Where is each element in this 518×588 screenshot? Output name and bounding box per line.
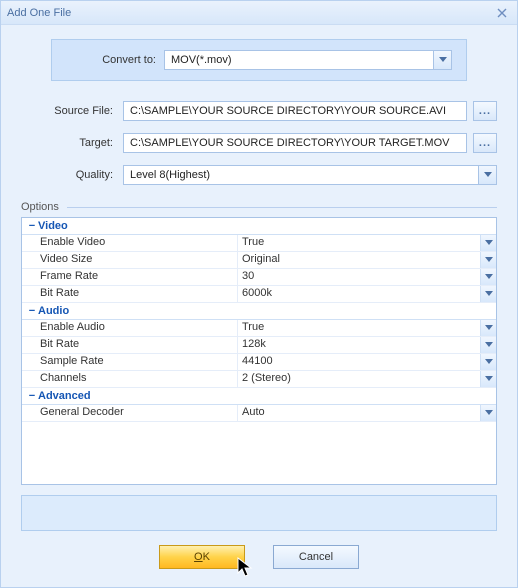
- prop-row[interactable]: Video SizeOriginal: [22, 252, 496, 269]
- chevron-down-icon[interactable]: [480, 269, 496, 285]
- chevron-down-icon[interactable]: [480, 405, 496, 421]
- dialog-window: Add One File Convert to: MOV(*.mov) Sour…: [0, 0, 518, 588]
- options-header: Options: [21, 201, 497, 213]
- prop-value: True: [238, 320, 480, 336]
- chevron-down-icon[interactable]: [480, 371, 496, 387]
- chevron-down-icon[interactable]: [478, 166, 496, 184]
- prop-value: Auto: [238, 405, 480, 421]
- section-audio[interactable]: − Audio: [22, 303, 496, 320]
- quality-value: Level 8(Highest): [124, 169, 478, 181]
- section-video[interactable]: − Video: [22, 218, 496, 235]
- prop-name: Video Size: [22, 252, 238, 268]
- quality-row: Quality: Level 8(Highest): [21, 165, 497, 185]
- property-grid: − Video Enable VideoTrue Video SizeOrigi…: [21, 217, 497, 485]
- close-button[interactable]: [493, 5, 511, 21]
- chevron-down-icon[interactable]: [480, 337, 496, 353]
- prop-name: Channels: [22, 371, 238, 387]
- ok-mnemonic: O: [194, 551, 203, 563]
- convert-select[interactable]: MOV(*.mov): [164, 50, 452, 70]
- section-title: Advanced: [38, 390, 91, 402]
- target-row: Target: ...: [21, 133, 497, 153]
- prop-name: Enable Audio: [22, 320, 238, 336]
- target-label: Target:: [21, 137, 113, 149]
- prop-row[interactable]: Enable VideoTrue: [22, 235, 496, 252]
- section-title: Audio: [38, 305, 69, 317]
- prop-value: True: [238, 235, 480, 251]
- prop-value: Original: [238, 252, 480, 268]
- source-input[interactable]: [123, 101, 467, 121]
- quality-label: Quality:: [21, 169, 113, 181]
- prop-row[interactable]: Frame Rate30: [22, 269, 496, 286]
- collapse-icon[interactable]: −: [26, 220, 38, 232]
- grid-empty-area: [22, 422, 496, 482]
- source-row: Source File: ...: [21, 101, 497, 121]
- chevron-down-icon[interactable]: [480, 354, 496, 370]
- convert-value: MOV(*.mov): [165, 54, 433, 66]
- prop-name: Bit Rate: [22, 337, 238, 353]
- target-browse-button[interactable]: ...: [473, 133, 497, 153]
- prop-row[interactable]: Sample Rate44100: [22, 354, 496, 371]
- section-title: Video: [38, 220, 68, 232]
- ok-button[interactable]: OK: [159, 545, 245, 569]
- prop-value: 6000k: [238, 286, 480, 302]
- status-panel: [21, 495, 497, 531]
- prop-name: Frame Rate: [22, 269, 238, 285]
- prop-value: 128k: [238, 337, 480, 353]
- prop-row[interactable]: Bit Rate128k: [22, 337, 496, 354]
- chevron-down-icon[interactable]: [480, 252, 496, 268]
- prop-name: Bit Rate: [22, 286, 238, 302]
- window-title: Add One File: [7, 7, 493, 19]
- titlebar: Add One File: [1, 1, 517, 25]
- button-bar: OK Cancel: [21, 545, 497, 569]
- source-label: Source File:: [21, 105, 113, 117]
- prop-value: 30: [238, 269, 480, 285]
- convert-label: Convert to:: [66, 54, 156, 66]
- chevron-down-icon[interactable]: [480, 286, 496, 302]
- convert-panel: Convert to: MOV(*.mov): [51, 39, 467, 81]
- target-input[interactable]: [123, 133, 467, 153]
- chevron-down-icon[interactable]: [480, 235, 496, 251]
- prop-row[interactable]: Channels2 (Stereo): [22, 371, 496, 388]
- section-advanced[interactable]: − Advanced: [22, 388, 496, 405]
- prop-row[interactable]: General DecoderAuto: [22, 405, 496, 422]
- quality-select[interactable]: Level 8(Highest): [123, 165, 497, 185]
- prop-row[interactable]: Bit Rate6000k: [22, 286, 496, 303]
- cancel-button[interactable]: Cancel: [273, 545, 359, 569]
- prop-name: Sample Rate: [22, 354, 238, 370]
- divider: [67, 207, 497, 208]
- prop-name: Enable Video: [22, 235, 238, 251]
- ok-rest: K: [203, 551, 210, 563]
- options-label: Options: [21, 201, 59, 213]
- prop-name: General Decoder: [22, 405, 238, 421]
- chevron-down-icon[interactable]: [480, 320, 496, 336]
- prop-row[interactable]: Enable AudioTrue: [22, 320, 496, 337]
- source-browse-button[interactable]: ...: [473, 101, 497, 121]
- prop-value: 44100: [238, 354, 480, 370]
- dialog-body: Convert to: MOV(*.mov) Source File: ... …: [1, 25, 517, 587]
- collapse-icon[interactable]: −: [26, 305, 38, 317]
- prop-value: 2 (Stereo): [238, 371, 480, 387]
- collapse-icon[interactable]: −: [26, 390, 38, 402]
- chevron-down-icon[interactable]: [433, 51, 451, 69]
